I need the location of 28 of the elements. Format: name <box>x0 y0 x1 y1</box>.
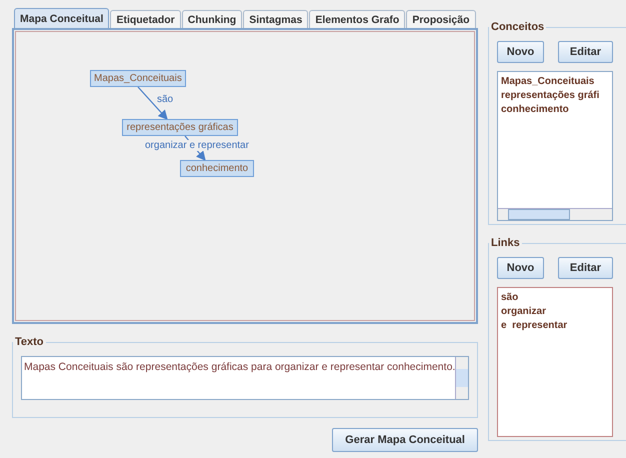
panel-title: Texto <box>14 336 45 348</box>
tab[interactable]: Etiquetador <box>110 10 181 28</box>
horizontal-scrollbar[interactable] <box>498 208 612 220</box>
panel-button[interactable]: Editar <box>558 41 613 63</box>
list-item[interactable]: Mapas_Conceituais <box>501 75 609 89</box>
list-item[interactable]: e representar <box>501 319 609 333</box>
concept-node[interactable]: representações gráficas <box>122 119 238 136</box>
link-label: organizar e representar <box>144 140 250 151</box>
panel-button[interactable]: Novo <box>497 41 544 63</box>
panel-title: Links <box>490 237 521 249</box>
tab[interactable]: Elementos Grafo <box>309 10 406 28</box>
link-label: são <box>156 94 174 105</box>
concept-node[interactable]: Mapas_Conceituais <box>90 70 186 87</box>
tab[interactable]: Proposição <box>406 10 476 28</box>
generate-button[interactable]: Gerar Mapa Conceitual <box>332 428 478 452</box>
tab[interactable]: Chunking <box>182 10 242 28</box>
panel-title: Conceitos <box>490 21 546 33</box>
panel-button[interactable]: Editar <box>558 257 613 279</box>
list-item[interactable]: organizar <box>501 305 609 319</box>
vertical-scrollbar[interactable] <box>455 357 468 399</box>
concept-node[interactable]: conhecimento <box>180 160 254 177</box>
tab[interactable]: Mapa Conceitual <box>14 8 110 28</box>
text-area[interactable]: Mapas Conceituais são representações gráficas para organizar e representar conhecimento. <box>21 356 470 400</box>
list-item[interactable]: representações gráfi <box>501 89 609 103</box>
tab[interactable]: Sintagmas <box>243 10 308 28</box>
panel-button[interactable]: Novo <box>497 257 544 279</box>
list-item[interactable]: conhecimento <box>501 103 609 117</box>
list-item[interactable]: são <box>501 291 609 305</box>
